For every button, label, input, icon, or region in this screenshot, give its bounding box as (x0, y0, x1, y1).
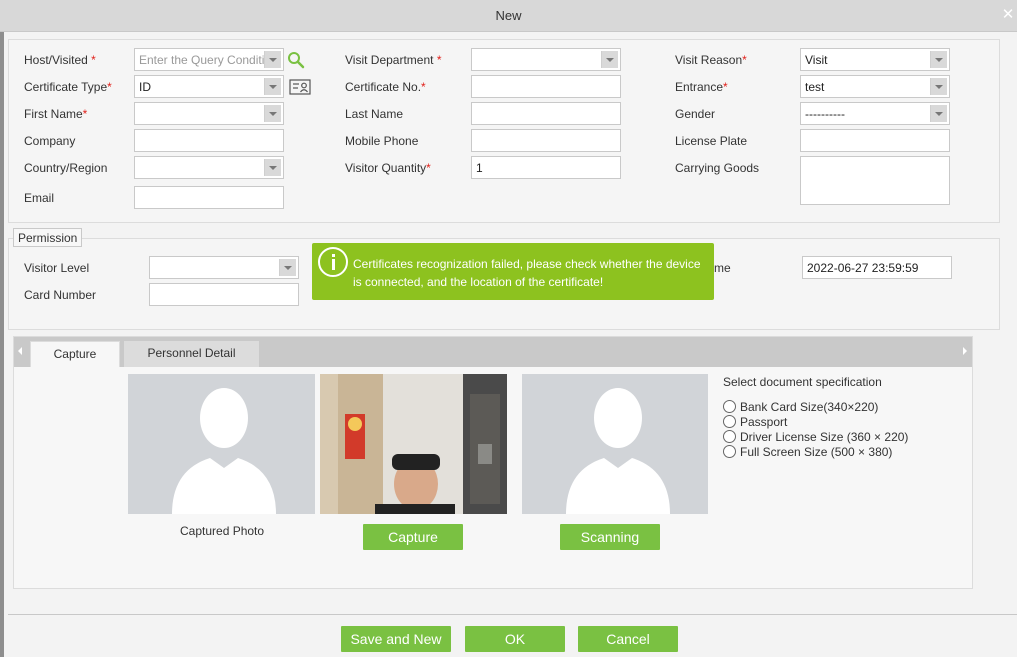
license-plate-label: License Plate (675, 134, 748, 148)
gender-select[interactable]: ---------- (800, 102, 950, 125)
carrying-goods-textarea[interactable] (800, 156, 950, 205)
company-label: Company (24, 134, 76, 148)
last-name-input[interactable] (471, 102, 621, 125)
footer-divider (8, 614, 1017, 615)
certificate-no-input[interactable] (471, 75, 621, 98)
search-icon[interactable] (287, 51, 305, 69)
scanning-button[interactable]: Scanning (560, 524, 660, 550)
visitor-quantity-label: Visitor Quantity* (345, 161, 431, 175)
card-number-label: Card Number (24, 288, 97, 302)
radio-icon[interactable] (723, 430, 736, 443)
radio-bank-card[interactable]: Bank Card Size(340×220) (723, 400, 878, 414)
email-input[interactable] (134, 186, 284, 209)
cancel-button[interactable]: Cancel (578, 626, 678, 652)
end-time-label: me (714, 261, 731, 275)
doc-spec-title: Select document specification (723, 375, 882, 389)
close-icon[interactable]: ✕ (1001, 6, 1015, 22)
info-icon (318, 247, 348, 277)
save-and-new-button[interactable]: Save and New (341, 626, 451, 652)
host-label: Host/Visited * (24, 53, 96, 67)
tab-strip: Capture Personnel Detail (14, 337, 972, 367)
gender-label: Gender (675, 107, 716, 121)
license-plate-input[interactable] (800, 129, 950, 152)
avatar-silhouette-icon (172, 388, 276, 514)
captured-photo-label: Captured Photo (180, 524, 265, 538)
entrance-select[interactable]: test (800, 75, 950, 98)
visit-department-label: Visit Department * (345, 53, 442, 67)
radio-icon[interactable] (723, 415, 736, 428)
tab-capture[interactable]: Capture (30, 341, 120, 367)
visitor-quantity-input[interactable]: 1 (471, 156, 621, 179)
toast-message: Certificates recognization failed, pleas… (353, 257, 701, 289)
tab-scroll-left-icon[interactable] (18, 347, 22, 355)
country-select[interactable] (134, 156, 284, 179)
country-label: Country/Region (24, 161, 108, 175)
mobile-phone-input[interactable] (471, 129, 621, 152)
tab-personnel-detail[interactable]: Personnel Detail (124, 341, 259, 367)
visit-department-select[interactable] (471, 48, 621, 71)
permission-legend: Permission (13, 228, 83, 247)
id-card-icon[interactable] (289, 79, 311, 95)
card-number-input[interactable] (149, 283, 299, 306)
first-name-label: First Name* (24, 107, 88, 121)
visit-reason-label: Visit Reason* (675, 53, 747, 67)
error-toast: Certificates recognization failed, pleas… (312, 243, 714, 300)
radio-icon[interactable] (723, 445, 736, 458)
certificate-type-select[interactable]: ID (134, 75, 284, 98)
left-edge (0, 32, 4, 657)
visitor-level-label: Visitor Level (24, 261, 90, 275)
radio-driver-license[interactable]: Driver License Size (360 × 220) (723, 430, 908, 444)
dialog-title: New (495, 8, 522, 23)
host-input[interactable]: Enter the Query Condition (134, 48, 284, 71)
dialog-titlebar: New ✕ (0, 0, 1017, 32)
capture-button[interactable]: Capture (363, 524, 463, 550)
radio-full-screen[interactable]: Full Screen Size (500 × 380) (723, 445, 892, 459)
scanned-document-placeholder (522, 374, 708, 514)
camera-preview (320, 374, 507, 514)
radio-icon[interactable] (723, 400, 736, 413)
captured-photo-placeholder (128, 374, 315, 514)
tab-scroll-right-icon[interactable] (963, 347, 967, 355)
end-time-input[interactable]: 2022-06-27 23:59:59 (802, 256, 952, 279)
visit-reason-select[interactable]: Visit (800, 48, 950, 71)
avatar-silhouette-icon (566, 388, 670, 514)
email-label: Email (24, 191, 55, 205)
mobile-phone-label: Mobile Phone (345, 134, 419, 148)
ok-button[interactable]: OK (465, 626, 565, 652)
radio-passport[interactable]: Passport (723, 415, 787, 429)
last-name-label: Last Name (345, 107, 404, 121)
entrance-label: Entrance* (675, 80, 728, 94)
first-name-input[interactable] (134, 102, 284, 125)
certificate-type-label: Certificate Type* (24, 80, 112, 94)
company-input[interactable] (134, 129, 284, 152)
carrying-goods-label: Carrying Goods (675, 161, 760, 175)
visitor-level-select[interactable] (149, 256, 299, 279)
certificate-no-label: Certificate No.* (345, 80, 426, 94)
